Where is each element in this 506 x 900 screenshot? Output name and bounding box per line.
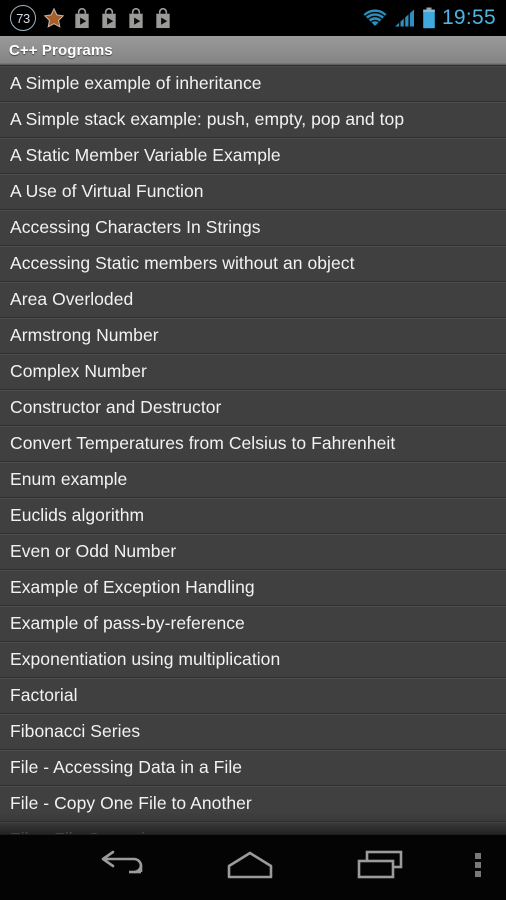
notification-count-label: 73 bbox=[16, 10, 30, 26]
status-bar-system-icons: 19:55 bbox=[362, 6, 496, 30]
signal-icon bbox=[394, 8, 416, 28]
list-item[interactable]: Convert Temperatures from Celsius to Fah… bbox=[0, 426, 506, 462]
list-item[interactable]: Accessing Static members without an obje… bbox=[0, 246, 506, 282]
list-item[interactable]: Example of pass-by-reference bbox=[0, 606, 506, 642]
play-store-icon bbox=[72, 7, 92, 29]
home-icon bbox=[227, 851, 273, 884]
status-bar[interactable]: 73 19:55 bbox=[0, 0, 506, 36]
list-item-label: Even or Odd Number bbox=[10, 541, 177, 561]
app-title-bar: C++ Programs bbox=[0, 36, 506, 66]
list-item[interactable]: Exponentiation using multiplication bbox=[0, 642, 506, 678]
list-item-label: A Simple example of inheritance bbox=[10, 73, 262, 93]
list-item[interactable]: A Static Member Variable Example bbox=[0, 138, 506, 174]
program-list[interactable]: A Simple example of inheritance A Simple … bbox=[0, 66, 506, 834]
list-item[interactable]: File - Accessing Data in a File bbox=[0, 750, 506, 786]
list-item[interactable]: Accessing Characters In Strings bbox=[0, 210, 506, 246]
list-item-label: Armstrong Number bbox=[10, 325, 159, 345]
nav-overflow-menu-button[interactable] bbox=[452, 835, 504, 900]
list-item[interactable]: Euclids algorithm bbox=[0, 498, 506, 534]
list-item-label: Factorial bbox=[10, 685, 78, 705]
list-item-label: Area Overloded bbox=[10, 289, 134, 309]
list-item[interactable]: A Simple example of inheritance bbox=[0, 66, 506, 102]
program-list-container[interactable]: A Simple example of inheritance A Simple … bbox=[0, 66, 506, 834]
list-item[interactable]: File - Copy One File to Another bbox=[0, 786, 506, 822]
list-item[interactable]: Fibonacci Series bbox=[0, 714, 506, 750]
notification-count-badge: 73 bbox=[10, 5, 36, 31]
list-item-label: Example of Exception Handling bbox=[10, 577, 255, 597]
system-navigation-bar[interactable] bbox=[0, 834, 506, 900]
list-item-label: File - File Operations bbox=[10, 826, 496, 834]
list-item[interactable]: Area Overloded bbox=[0, 282, 506, 318]
list-item[interactable]: Complex Number bbox=[0, 354, 506, 390]
list-item[interactable]: A Use of Virtual Function bbox=[0, 174, 506, 210]
list-item-label: Fibonacci Series bbox=[10, 721, 141, 741]
play-store-icon bbox=[126, 7, 146, 29]
play-store-icon bbox=[99, 7, 119, 29]
overflow-menu-icon bbox=[474, 852, 482, 883]
nav-back-button[interactable] bbox=[60, 835, 180, 900]
page-title: C++ Programs bbox=[9, 42, 113, 59]
list-item-label: Complex Number bbox=[10, 361, 147, 381]
list-item-label: A Simple stack example: push, empty, pop… bbox=[10, 109, 405, 129]
wifi-icon bbox=[362, 8, 388, 28]
list-item-label: A Use of Virtual Function bbox=[10, 181, 204, 201]
list-item-label: File - Copy One File to Another bbox=[10, 793, 252, 813]
list-item-label: Constructor and Destructor bbox=[10, 397, 222, 417]
android-screen: 73 19:55 C++ Programs A Simple example o… bbox=[0, 0, 506, 900]
list-item-label: A Static Member Variable Example bbox=[10, 145, 281, 165]
status-bar-notification-icons: 73 bbox=[10, 5, 173, 31]
list-item-label: Example of pass-by-reference bbox=[10, 613, 245, 633]
list-item-label: Exponentiation using multiplication bbox=[10, 649, 281, 669]
back-icon bbox=[95, 850, 145, 885]
list-item[interactable]: Enum example bbox=[0, 462, 506, 498]
nav-recent-apps-button[interactable] bbox=[320, 835, 440, 900]
list-item-label: Euclids algorithm bbox=[10, 505, 145, 525]
list-item[interactable]: Factorial bbox=[0, 678, 506, 714]
play-store-icon bbox=[153, 7, 173, 29]
list-item[interactable]: Even or Odd Number bbox=[0, 534, 506, 570]
list-item[interactable]: Example of Exception Handling bbox=[0, 570, 506, 606]
list-item[interactable]: File - File Operations bbox=[0, 822, 506, 834]
list-item[interactable]: A Simple stack example: push, empty, pop… bbox=[0, 102, 506, 138]
list-item[interactable]: Armstrong Number bbox=[0, 318, 506, 354]
list-item-label: File - Accessing Data in a File bbox=[10, 757, 243, 777]
list-item[interactable]: Constructor and Destructor bbox=[0, 390, 506, 426]
nav-home-button[interactable] bbox=[190, 835, 310, 900]
list-item-label: Accessing Static members without an obje… bbox=[10, 253, 355, 273]
recents-icon bbox=[357, 850, 403, 885]
list-item-label: Accessing Characters In Strings bbox=[10, 217, 261, 237]
list-item-label: Convert Temperatures from Celsius to Fah… bbox=[10, 433, 396, 453]
list-item-label: Enum example bbox=[10, 469, 128, 489]
status-bar-clock: 19:55 bbox=[441, 6, 496, 29]
star-icon bbox=[43, 7, 65, 29]
battery-icon bbox=[422, 7, 436, 29]
